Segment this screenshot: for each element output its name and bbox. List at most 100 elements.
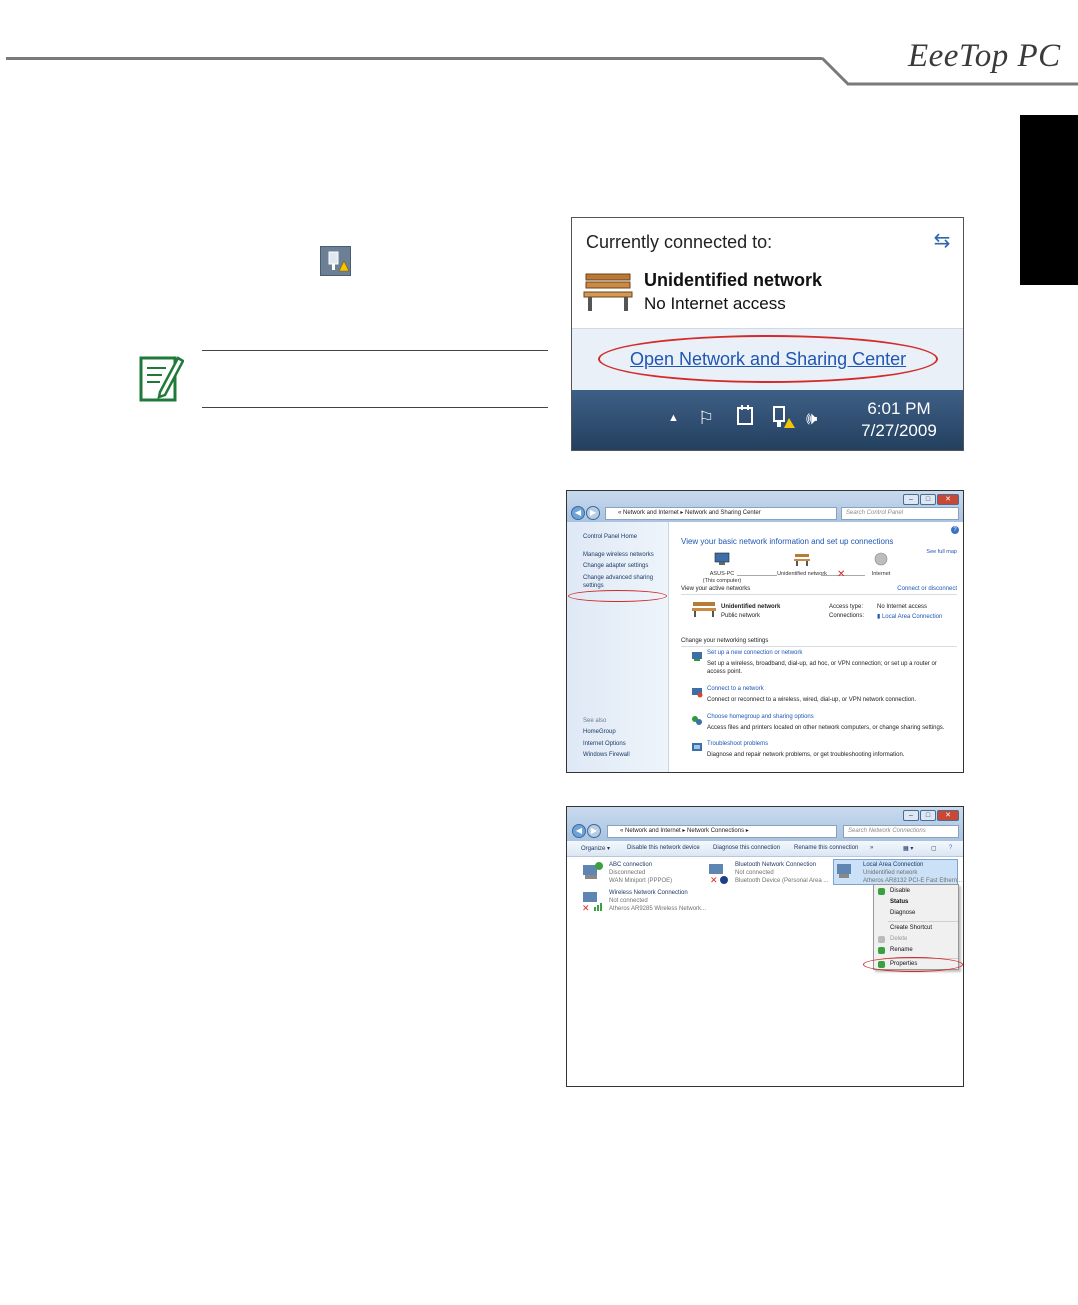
connection-device: WAN Miniport (PPPOE)	[609, 878, 673, 884]
maximize-button[interactable]: □	[920, 810, 936, 821]
address-bar[interactable]: « Network and Internet ▸ Network Connect…	[607, 825, 837, 838]
note-divider-bottom	[202, 407, 548, 408]
window-chrome: – □ ✕ ◀ ▶ « Network and Internet ▸ Netwo…	[567, 807, 963, 841]
help-icon[interactable]: ?	[951, 526, 959, 534]
show-hidden-icons-arrow[interactable]: ▲	[668, 412, 679, 424]
sidebar-item-advanced-2[interactable]: settings	[583, 583, 604, 589]
sidebar-item-adapter[interactable]: Change adapter settings	[583, 563, 648, 569]
active-network-type[interactable]: Public network	[721, 613, 760, 619]
window-chrome: – □ ✕ ◀ ▶ « Network and Internet ▸ Netwo…	[567, 491, 963, 522]
search-input[interactable]: Search Network Connections	[843, 825, 959, 838]
wan-connection-icon	[583, 862, 603, 879]
clock[interactable]: 6:01 PM 7/27/2009	[856, 398, 942, 442]
help-icon[interactable]: ?	[949, 845, 952, 851]
connection-status: Unidentified network	[863, 870, 918, 876]
task-connect-network[interactable]: Connect to a network	[707, 686, 764, 692]
highlight-ellipse	[568, 590, 667, 602]
see-also-label: See also	[583, 718, 607, 724]
sidebar-item-homegroup[interactable]: HomeGroup	[583, 729, 616, 735]
toolbar: Organize ▾ Disable this network device D…	[567, 841, 963, 857]
see-full-map-link[interactable]: See full map	[926, 549, 957, 555]
power-plug-icon[interactable]	[734, 404, 756, 430]
menu-item-create-shortcut[interactable]: Create Shortcut	[890, 925, 932, 931]
connect-disconnect-link[interactable]: Connect or disconnect	[897, 586, 957, 592]
address-bar[interactable]: « Network and Internet ▸ Network and Sha…	[605, 507, 837, 520]
minimize-button[interactable]: –	[903, 810, 919, 821]
shield-icon	[878, 888, 885, 895]
node-computer: ASUS-PC (This computer)	[697, 552, 747, 585]
search-input[interactable]: Search Control Panel	[841, 507, 959, 520]
volume-icon[interactable]: 🕪	[806, 408, 817, 429]
network-name: Unidentified network	[644, 270, 823, 290]
back-button[interactable]: ◀	[571, 506, 585, 520]
close-button[interactable]: ✕	[937, 494, 959, 505]
change-settings-label: Change your networking settings	[681, 638, 769, 644]
close-button[interactable]: ✕	[937, 810, 959, 821]
disable-device-button[interactable]: Disable this network device	[627, 845, 700, 851]
organize-button[interactable]: Organize ▾	[581, 845, 610, 852]
bench-network-icon	[794, 554, 810, 566]
lan-connection-icon	[837, 864, 851, 878]
taskbar: ▲ ⚐ 🕪 6:01 PM 7/27/2009	[572, 390, 963, 450]
local-area-connection-link[interactable]: ▮ Local Area Connection	[877, 613, 942, 620]
access-type-value: No Internet access	[877, 604, 928, 610]
bench-network-icon	[583, 273, 633, 311]
brand-logo: EeeTop PC	[908, 38, 1061, 74]
computer-icon	[714, 552, 730, 565]
note-pencil-icon	[139, 356, 184, 402]
globe-icon	[874, 552, 888, 566]
active-network-name: Unidentified network	[721, 604, 781, 610]
task-homegroup-desc: Access files and printers located on oth…	[707, 725, 945, 731]
connection-device: Atheros AR9285 Wireless Network...	[609, 906, 707, 912]
note-divider-top	[202, 350, 548, 351]
connection-status: Disconnected	[609, 870, 646, 876]
minimize-button[interactable]: –	[903, 494, 919, 505]
connection-name: Wireless Network Connection	[609, 890, 688, 896]
node-internet: Internet	[861, 552, 901, 578]
menu-item-disable[interactable]: Disable	[890, 888, 910, 894]
network-tray-icon	[320, 246, 351, 276]
menu-item-status[interactable]: Status	[890, 899, 908, 905]
refresh-icon[interactable]: ⇆	[929, 228, 955, 254]
svg-text:✕: ✕	[582, 904, 590, 913]
clock-date: 7/27/2009	[861, 421, 937, 440]
bluetooth-connection-icon: ✕	[709, 864, 728, 885]
task-troubleshoot-desc: Diagnose and repair network problems, or…	[707, 752, 905, 758]
highlight-ellipse	[863, 957, 963, 972]
task-troubleshoot[interactable]: Troubleshoot problems	[707, 741, 768, 747]
network-warning-icon[interactable]	[770, 404, 796, 430]
popup-link-area: Open Network and Sharing Center	[572, 328, 963, 390]
sidebar-item-home[interactable]: Control Panel Home	[583, 534, 637, 540]
more-button[interactable]: »	[870, 845, 873, 851]
rename-button[interactable]: Rename this connection	[794, 845, 858, 851]
menu-item-rename[interactable]: Rename	[890, 947, 913, 953]
shield-icon	[878, 936, 885, 943]
task-setup-connection[interactable]: Set up a new connection or network	[707, 650, 802, 656]
clock-time: 6:01 PM	[867, 399, 931, 418]
local-area-connection-text: Local Area Connection	[881, 614, 943, 620]
sidebar-item-internet-options[interactable]: Internet Options	[583, 741, 626, 747]
preview-pane-icon[interactable]: ▢	[931, 845, 937, 852]
forward-button[interactable]: ▶	[586, 506, 600, 520]
page-heading: View your basic network information and …	[681, 537, 894, 546]
node-computer-sub: (This computer)	[702, 578, 742, 584]
sidebar-item-firewall[interactable]: Windows Firewall	[583, 752, 630, 758]
sidebar-item-advanced[interactable]: Change advanced sharing	[583, 575, 653, 581]
sidebar-item-wireless[interactable]: Manage wireless networks	[583, 552, 654, 558]
action-center-flag-icon[interactable]: ⚐	[698, 408, 714, 429]
main-pane: ? View your basic network information an…	[669, 522, 963, 772]
view-options-icon[interactable]: ▦ ▾	[903, 845, 913, 852]
back-button[interactable]: ◀	[572, 824, 586, 838]
network-popup-screenshot: Currently connected to: ⇆ Unidentified n…	[571, 217, 964, 451]
menu-item-diagnose[interactable]: Diagnose	[890, 910, 915, 916]
maximize-button[interactable]: □	[920, 494, 936, 505]
forward-button[interactable]: ▶	[587, 824, 601, 838]
troubleshoot-icon	[692, 743, 702, 751]
task-homegroup[interactable]: Choose homegroup and sharing options	[707, 714, 814, 720]
connection-name: ABC connection	[609, 862, 653, 868]
shield-icon	[878, 947, 885, 954]
menu-item-delete[interactable]: Delete	[890, 936, 907, 942]
wireless-connection-icon: ✕	[582, 892, 602, 913]
diagnose-button[interactable]: Diagnose this connection	[713, 845, 780, 851]
divider	[681, 594, 957, 595]
